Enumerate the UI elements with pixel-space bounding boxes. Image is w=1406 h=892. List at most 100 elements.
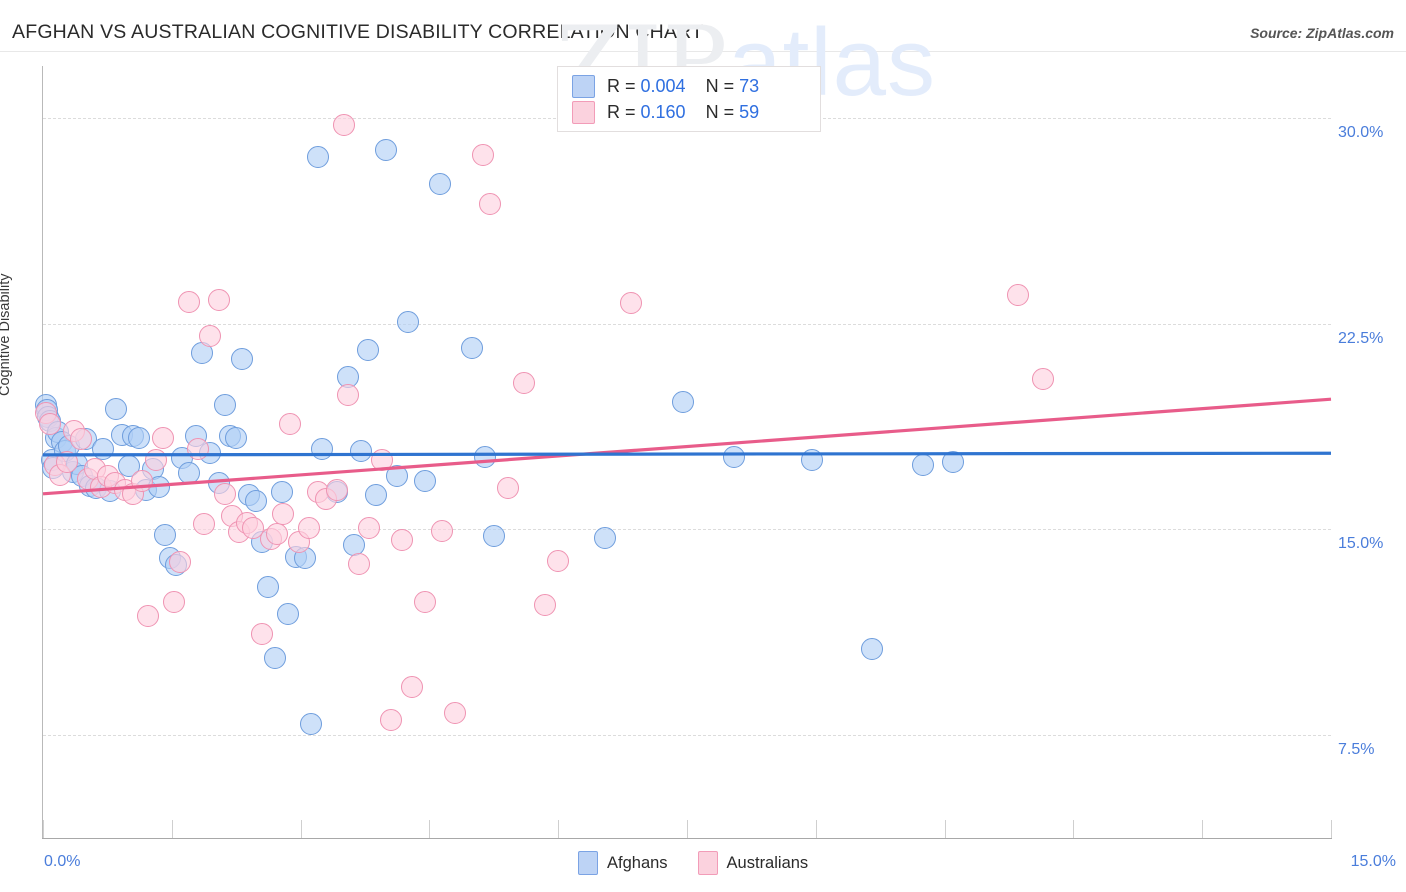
x-axis-tick (558, 820, 560, 838)
data-point-australians (431, 519, 454, 542)
data-point-australians (208, 289, 231, 312)
data-point-australians (250, 622, 273, 645)
australians-r-prefix: R = (607, 101, 641, 122)
data-point-australians (1032, 367, 1055, 390)
data-point-australians (136, 604, 159, 627)
australians-stats-text: R = 0.160 N = 59 (607, 102, 759, 123)
data-point-australians (358, 517, 381, 540)
afghans-legend-swatch-icon (578, 851, 598, 875)
data-point-australians (347, 552, 370, 575)
x-axis-tick (1073, 820, 1075, 838)
data-point-afghans (270, 481, 293, 504)
correlation-stats-box: R = 0.004 N = 73 R = 0.160 N = 59 (557, 66, 821, 132)
data-point-australians (478, 193, 501, 216)
data-point-afghans (482, 525, 505, 548)
data-point-australians (169, 551, 192, 574)
data-point-afghans (128, 426, 151, 449)
data-point-australians (162, 591, 185, 614)
data-point-afghans (800, 448, 823, 471)
x-axis-tick (171, 820, 173, 838)
x-axis-tick (429, 820, 431, 838)
australians-swatch-icon (572, 100, 595, 124)
data-point-afghans (92, 437, 115, 460)
data-point-australians (177, 290, 200, 313)
data-point-australians (272, 503, 295, 526)
data-point-afghans (474, 445, 497, 468)
page-title: AFGHAN VS AUSTRALIAN COGNITIVE DISABILIT… (12, 21, 704, 43)
data-point-afghans (356, 338, 379, 361)
data-point-afghans (263, 647, 286, 670)
afghans-r-value: 0.004 (640, 75, 686, 96)
data-point-afghans (414, 470, 437, 493)
data-point-australians (193, 512, 216, 535)
data-point-afghans (375, 138, 398, 161)
data-point-afghans (671, 390, 694, 413)
data-point-australians (371, 448, 394, 471)
data-point-australians (534, 593, 557, 616)
x-axis-tick (815, 820, 817, 838)
y-axis-title: Cognitive Disability (0, 273, 13, 397)
gridline (43, 323, 1331, 325)
y-axis-tick-label: 22.5% (1338, 329, 1384, 347)
x-axis-min-label: 0.0% (44, 853, 81, 870)
x-axis-tick (300, 820, 302, 838)
data-point-afghans (860, 637, 883, 660)
afghans-n-value: 73 (739, 75, 760, 96)
source-attribution: Source: ZipAtlas.com (1250, 25, 1394, 41)
y-axis-tick-label: 7.5% (1338, 741, 1375, 759)
data-point-australians (69, 427, 92, 450)
x-axis-max-label: 15.0% (1350, 853, 1396, 870)
afghans-stats-text: R = 0.004 N = 73 (607, 76, 759, 97)
data-point-afghans (214, 393, 237, 416)
australians-legend-swatch-icon (697, 851, 718, 875)
data-point-australians (512, 371, 535, 394)
data-point-australians (145, 448, 168, 471)
data-point-australians (1006, 283, 1029, 306)
data-point-afghans (365, 484, 388, 507)
data-point-australians (38, 412, 61, 435)
gridline (43, 735, 1331, 737)
data-point-australians (471, 144, 494, 167)
data-point-australians (298, 517, 321, 540)
data-point-australians (379, 709, 402, 732)
data-point-afghans (244, 489, 267, 512)
data-point-australians (497, 477, 520, 500)
series-legend: Afghans Australians (578, 851, 828, 875)
data-point-australians (390, 529, 413, 552)
data-point-australians (547, 550, 570, 572)
x-axis-tick (43, 820, 44, 838)
data-point-afghans (306, 145, 329, 168)
data-point-afghans (153, 523, 176, 546)
data-point-australians (152, 426, 175, 449)
legend-item-afghans[interactable]: Afghans (578, 851, 668, 875)
data-point-afghans (461, 337, 484, 360)
data-point-afghans (396, 311, 419, 334)
data-point-afghans (349, 440, 372, 463)
afghans-swatch-icon (572, 74, 595, 98)
data-point-australians (401, 676, 424, 699)
data-point-afghans (723, 445, 746, 468)
y-axis-tick-label: 15.0% (1338, 535, 1384, 553)
x-axis-tick (944, 820, 946, 838)
x-axis-line (42, 838, 1332, 839)
australians-r-value: 0.160 (640, 101, 686, 122)
plot-area: ZIPatlas (34, 6, 1332, 838)
data-point-australians (414, 591, 437, 614)
x-axis-tick (687, 820, 688, 838)
data-point-afghans (256, 576, 279, 599)
stats-row-australians: R = 0.160 N = 59 (572, 99, 759, 125)
legend-item-australians[interactable]: Australians (697, 851, 808, 875)
data-point-australians (279, 412, 302, 435)
data-point-australians (325, 478, 348, 501)
data-point-australians (444, 702, 467, 725)
data-point-afghans (942, 451, 965, 474)
data-point-australians (199, 325, 222, 348)
data-point-australians (265, 522, 288, 545)
correlation-chart: AFGHAN VS AUSTRALIAN COGNITIVE DISABILIT… (0, 0, 1406, 892)
chart-header: AFGHAN VS AUSTRALIAN COGNITIVE DISABILIT… (0, 0, 1406, 52)
data-point-afghans (177, 462, 200, 485)
data-point-australians (214, 482, 237, 505)
afghans-r-prefix: R = (607, 75, 641, 96)
data-point-afghans (311, 437, 334, 460)
y-axis-tick-label: 30.0% (1338, 124, 1384, 142)
